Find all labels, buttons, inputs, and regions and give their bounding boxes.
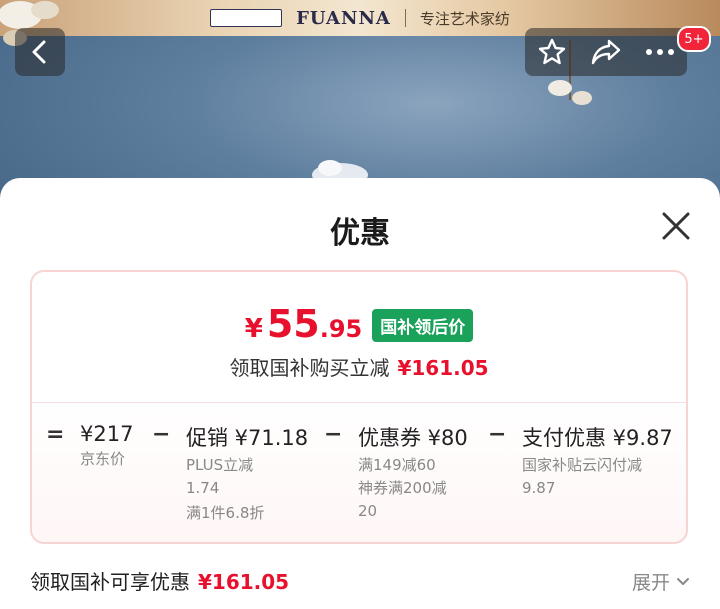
subsidy-saving-line: 领取国补购买立减 ¥161.05: [32, 352, 686, 381]
breakdown-detail: 满1件6.8折: [186, 504, 265, 522]
breakdown-main: ¥217: [80, 422, 134, 446]
breakdown-jd-price: ¥217 京东价: [80, 422, 133, 471]
brand-name: FUANNA: [296, 7, 391, 29]
brand-logo: [210, 9, 283, 27]
subsidy-saving-amount: ¥161.05: [397, 356, 489, 380]
breakdown-detail: 9.87: [522, 479, 556, 497]
breakdown-detail: 1.74: [186, 479, 220, 497]
back-button[interactable]: [15, 28, 65, 76]
header-actions: [525, 28, 687, 76]
breakdown-detail: 神券满200减: [358, 479, 447, 497]
breakdown-coupon: 优惠券 ¥80 满149减60 神券满200减 20: [358, 422, 468, 523]
breakdown-detail: 20: [358, 502, 378, 520]
breakdown-main: 支付优惠 ¥9.87: [522, 426, 673, 450]
breakdown-detail: 国家补贴云闪付减: [522, 456, 643, 474]
subsidy-price-tag: 国补领后价: [372, 309, 474, 342]
breakdown-main: 优惠券 ¥80: [358, 426, 468, 450]
breakdown-detail: PLUS立减: [186, 456, 254, 474]
subsidy-summary-text: 领取国补可享优惠: [30, 570, 190, 594]
price-currency: ¥: [244, 314, 263, 344]
close-icon[interactable]: [660, 210, 692, 242]
breakdown-main: 促销 ¥71.18: [186, 426, 309, 450]
expand-button[interactable]: 展开: [632, 568, 690, 595]
card-divider: [32, 402, 686, 403]
final-price-row: ¥ 55 .95 国补领后价: [32, 302, 686, 346]
price-integer: 55: [266, 302, 320, 346]
final-price: ¥ 55 .95: [245, 302, 363, 346]
price-breakdown-card: ¥ 55 .95 国补领后价 领取国补购买立减 ¥161.05 = ¥217 京东…: [30, 270, 688, 544]
breakdown-payment: 支付优惠 ¥9.87 国家补贴云闪付减 9.87: [522, 422, 673, 500]
share-icon: [591, 39, 621, 65]
expand-label: 展开: [631, 572, 670, 594]
star-icon: [538, 38, 566, 65]
chevron-down-icon: [677, 577, 689, 585]
equals-sign: =: [46, 422, 65, 447]
notification-badge: 5+: [677, 26, 711, 52]
minus-sign: −: [152, 422, 171, 447]
minus-sign: −: [488, 422, 507, 447]
subsidy-summary: 领取国补可享优惠 ¥161.05: [30, 566, 289, 595]
back-icon: [32, 40, 46, 64]
breakdown-promotion: 促销 ¥71.18 PLUS立减 1.74 满1件6.8折: [186, 422, 308, 525]
subsidy-saving-text: 领取国补购买立减: [229, 356, 390, 380]
subsidy-summary-amount: ¥161.05: [198, 570, 290, 594]
breakdown-detail: 满149减60: [358, 456, 436, 474]
minus-sign: −: [324, 422, 343, 447]
share-button[interactable]: [584, 30, 628, 74]
price-decimal: .95: [319, 315, 363, 343]
sheet-title: 优惠: [330, 216, 390, 251]
favorite-button[interactable]: [530, 30, 574, 74]
price-breakdown: = ¥217 京东价 − 促销 ¥71.18 PLUS立减 1.74 满1件6.…: [32, 422, 686, 532]
more-button[interactable]: [638, 30, 682, 74]
banner-divider: [404, 9, 406, 27]
discount-sheet: 优惠 ¥ 55 .95 国补领后价 领取国补购买立减 ¥161.05 = ¥217…: [0, 178, 720, 609]
more-icon: [646, 49, 674, 55]
breakdown-detail: 京东价: [80, 450, 126, 468]
brand-slogan: 专注艺术家纺: [419, 9, 510, 28]
